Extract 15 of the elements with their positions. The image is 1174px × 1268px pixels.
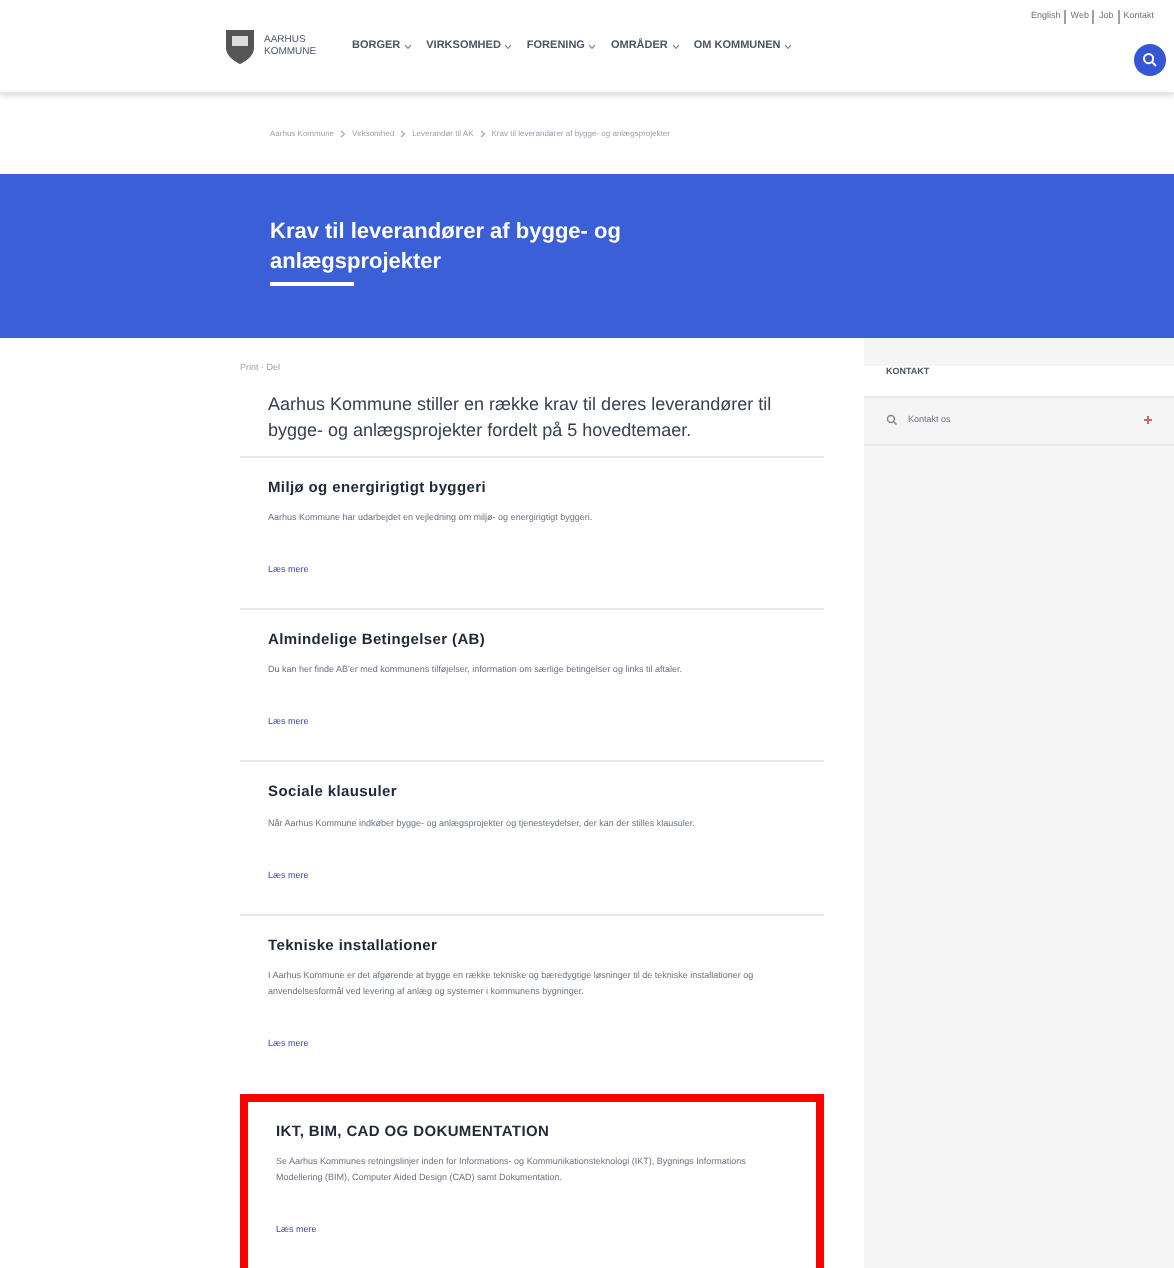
chevron-down-icon	[504, 43, 513, 49]
page-title: Krav til leverandører af bygge- og anlægsprojekter	[270, 218, 623, 278]
chevron-right-icon	[340, 130, 347, 138]
search-icon	[1142, 52, 1158, 68]
search-button[interactable]	[1134, 44, 1166, 76]
chevron-down-icon	[671, 43, 680, 49]
search-icon	[886, 414, 898, 427]
chevron-right-icon	[479, 130, 486, 138]
intro-text: Aarhus Kommune stiller en række krav til deres leverandører til bygge- og anlægsprojekter fordelt på 5 hovedtemaer.	[266, 391, 774, 444]
chevron-down-icon	[404, 43, 413, 49]
crest-icon	[224, 26, 256, 66]
chevron-down-icon	[588, 43, 597, 49]
plus-icon	[1144, 416, 1152, 425]
chevron-right-icon	[400, 130, 407, 138]
chevron-down-icon	[784, 43, 793, 49]
